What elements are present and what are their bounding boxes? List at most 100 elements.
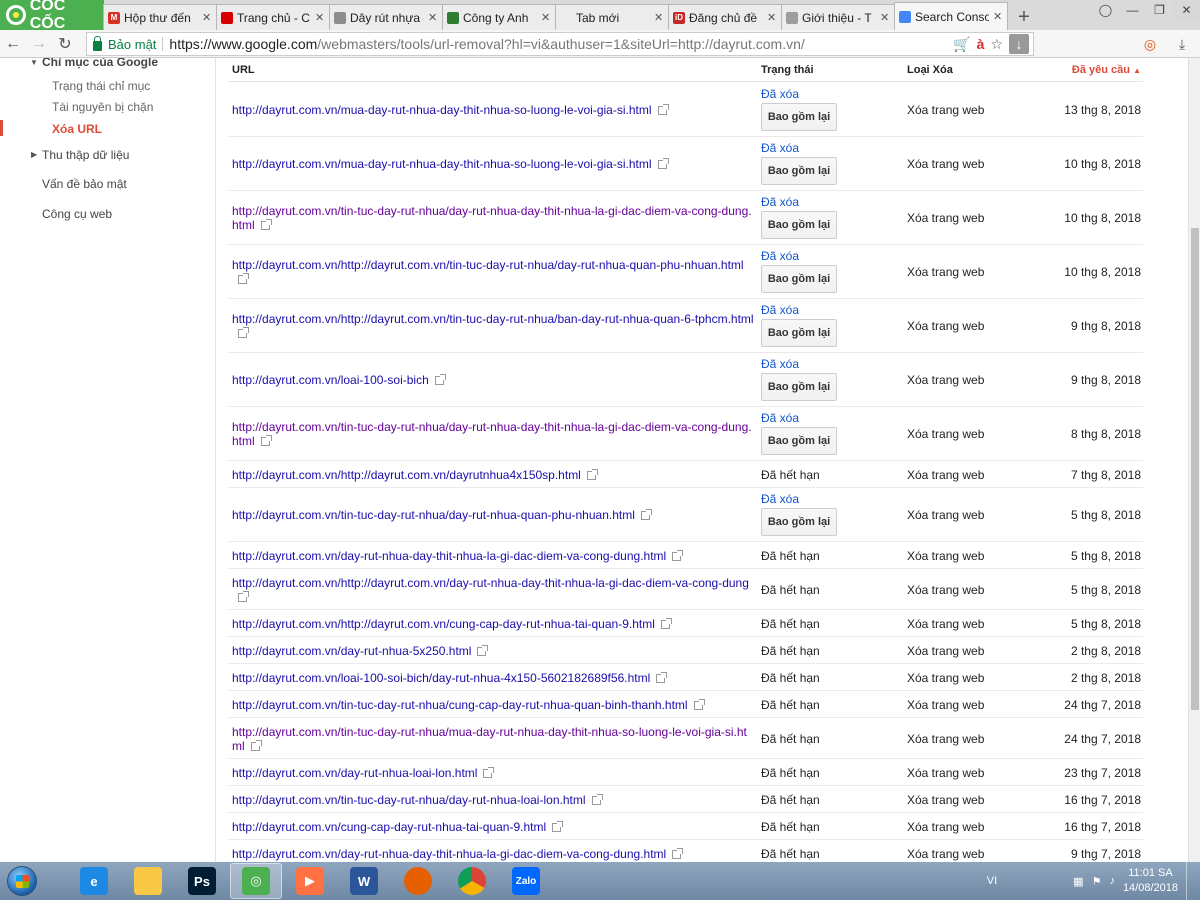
close-tab-icon[interactable]: ✕ — [880, 11, 890, 24]
external-link-icon[interactable] — [434, 374, 446, 385]
network-icon[interactable]: ▦ — [1073, 875, 1083, 888]
status-text[interactable]: Đã xóa — [761, 141, 799, 155]
url-link[interactable]: http://dayrut.com.vn/tin-tuc-day-rut-nhu… — [232, 508, 756, 522]
external-link-icon[interactable] — [657, 104, 669, 115]
url-link[interactable]: http://dayrut.com.vn/http://dayrut.com.v… — [232, 576, 756, 604]
status-text[interactable]: Đã xóa — [761, 195, 799, 209]
minimize-icon[interactable]: — — [1119, 0, 1146, 20]
download-icon[interactable]: ↓ — [1009, 34, 1029, 54]
sidebar-item-remove-urls[interactable]: Xóa URL — [52, 122, 102, 136]
external-link-icon[interactable] — [238, 591, 249, 602]
url-link[interactable]: http://dayrut.com.vn/http://dayrut.com.v… — [232, 258, 756, 286]
url-link[interactable]: http://dayrut.com.vn/day-rut-nhua-day-th… — [232, 847, 756, 861]
url-link[interactable]: http://dayrut.com.vn/day-rut-nhua-loai-l… — [232, 766, 756, 780]
taskbar-app[interactable]: ▶ — [284, 863, 336, 899]
browser-tab[interactable]: Giới thiệu - T ✕ — [781, 4, 895, 30]
sidebar-section-google-index[interactable]: Chỉ mục của Google — [42, 58, 158, 69]
url-link[interactable]: http://dayrut.com.vn/day-rut-nhua-5x250.… — [232, 644, 756, 658]
coccoc-extension-icon[interactable]: ◎ — [1138, 32, 1162, 56]
address-bar[interactable]: Bảo mật https://www.google.com/webmaster… — [86, 32, 1034, 56]
start-button[interactable] — [0, 862, 44, 900]
url-link[interactable]: http://dayrut.com.vn/mua-day-rut-nhua-da… — [232, 157, 756, 171]
reinclude-button[interactable]: Bao gồm lại — [761, 508, 837, 536]
sidebar-item-crawl[interactable]: Thu thập dữ liệu — [42, 148, 129, 162]
close-tab-icon[interactable]: ✕ — [767, 11, 777, 24]
close-tab-icon[interactable]: ✕ — [428, 11, 438, 24]
reload-icon[interactable]: ↻ — [52, 31, 78, 57]
url-link[interactable]: http://dayrut.com.vn/http://dayrut.com.v… — [232, 312, 756, 340]
reinclude-button[interactable]: Bao gồm lại — [761, 103, 837, 131]
reinclude-button[interactable]: Bao gồm lại — [761, 373, 837, 401]
status-text[interactable]: Đã xóa — [761, 411, 799, 425]
column-status[interactable]: Trạng thái — [761, 64, 814, 76]
cart-icon[interactable]: 🛒 — [953, 36, 970, 53]
external-link-icon[interactable] — [238, 273, 249, 284]
sidebar-item-blocked-resources[interactable]: Tài nguyên bị chặn — [52, 100, 153, 114]
user-icon[interactable]: ◯ — [1092, 0, 1119, 20]
back-icon[interactable]: ← — [0, 31, 26, 57]
language-indicator[interactable]: VI — [987, 875, 997, 887]
browser-tab[interactable]: Search Conso ✕ — [894, 2, 1008, 30]
browser-tab[interactable]: Dây rút nhựa ✕ — [329, 4, 443, 30]
external-link-icon[interactable] — [483, 767, 495, 778]
taskbar-app[interactable]: W — [338, 863, 390, 899]
external-link-icon[interactable] — [656, 672, 668, 683]
sidebar-item-index-status[interactable]: Trạng thái chỉ mục — [52, 79, 150, 93]
url-link[interactable]: http://dayrut.com.vn/cung-cap-day-rut-nh… — [232, 820, 756, 834]
flag-icon[interactable]: ⚑ — [1092, 875, 1102, 888]
external-link-icon[interactable] — [238, 327, 249, 338]
browser-tab[interactable]: Công ty Anh ✕ — [442, 4, 556, 30]
taskbar-app[interactable]: e — [68, 863, 120, 899]
url-link[interactable]: http://dayrut.com.vn/mua-day-rut-nhua-da… — [232, 103, 756, 117]
volume-icon[interactable]: ♪ — [1109, 875, 1115, 887]
translate-icon[interactable]: à — [977, 36, 985, 52]
url-link[interactable]: http://dayrut.com.vn/http://dayrut.com.v… — [232, 468, 756, 482]
status-text[interactable]: Đã xóa — [761, 492, 799, 506]
external-link-icon[interactable] — [660, 618, 672, 629]
forward-icon[interactable]: → — [26, 31, 52, 57]
url-link[interactable]: http://dayrut.com.vn/tin-tuc-day-rut-nhu… — [232, 420, 756, 448]
browser-tab[interactable]: Trang chủ - C ✕ — [216, 4, 330, 30]
external-link-icon[interactable] — [477, 645, 489, 656]
browser-tab[interactable]: iD Đăng chủ đề ✕ — [668, 4, 782, 30]
scrollbar-thumb[interactable] — [1191, 228, 1199, 710]
external-link-icon[interactable] — [260, 435, 272, 446]
browser-tab[interactable]: Tab mới ✕ — [555, 4, 669, 30]
sidebar-item-web-tools[interactable]: Công cụ web — [42, 207, 112, 221]
taskbar-app[interactable]: ◎ — [230, 863, 282, 899]
taskbar-app[interactable] — [392, 863, 444, 899]
reinclude-button[interactable]: Bao gồm lại — [761, 319, 837, 347]
close-window-icon[interactable]: ✕ — [1173, 0, 1200, 20]
external-link-icon[interactable] — [640, 509, 652, 520]
url-link[interactable]: http://dayrut.com.vn/tin-tuc-day-rut-nhu… — [232, 793, 756, 807]
status-text[interactable]: Đã xóa — [761, 87, 799, 101]
new-tab-button[interactable]: + — [1008, 4, 1040, 30]
url-link[interactable]: http://dayrut.com.vn/loai-100-soi-bich — [232, 373, 756, 387]
reinclude-button[interactable]: Bao gồm lại — [761, 211, 837, 239]
status-text[interactable]: Đã xóa — [761, 249, 799, 263]
external-link-icon[interactable] — [693, 699, 705, 710]
url-link[interactable]: http://dayrut.com.vn/day-rut-nhua-day-th… — [232, 549, 756, 563]
close-tab-icon[interactable]: ✕ — [993, 10, 1003, 23]
external-link-icon[interactable] — [657, 158, 669, 169]
taskbar-app[interactable]: Zalo — [500, 863, 552, 899]
external-link-icon[interactable] — [672, 848, 684, 859]
external-link-icon[interactable] — [552, 821, 564, 832]
close-tab-icon[interactable]: ✕ — [654, 11, 664, 24]
url-link[interactable]: http://dayrut.com.vn/tin-tuc-day-rut-nhu… — [232, 725, 756, 753]
maximize-icon[interactable]: ❐ — [1146, 0, 1173, 20]
url-link[interactable]: http://dayrut.com.vn/loai-100-soi-bich/d… — [232, 671, 756, 685]
clock[interactable]: 11:01 SA 14/08/2018 — [1123, 866, 1178, 896]
url-link[interactable]: http://dayrut.com.vn/tin-tuc-day-rut-nhu… — [232, 204, 756, 232]
close-tab-icon[interactable]: ✕ — [541, 11, 551, 24]
url-link[interactable]: http://dayrut.com.vn/http://dayrut.com.v… — [232, 617, 756, 631]
reinclude-button[interactable]: Bao gồm lại — [761, 427, 837, 455]
page-scrollbar[interactable] — [1188, 58, 1200, 862]
status-text[interactable]: Đã xóa — [761, 357, 799, 371]
status-text[interactable]: Đã xóa — [761, 303, 799, 317]
bookmark-star-icon[interactable]: ☆ — [990, 36, 1003, 53]
sidebar-item-security-issues[interactable]: Vấn đề bảo mật — [42, 177, 127, 191]
url-text[interactable]: https://www.google.com/webmasters/tools/… — [169, 36, 804, 52]
column-url[interactable]: URL — [232, 64, 255, 76]
reinclude-button[interactable]: Bao gồm lại — [761, 157, 837, 185]
